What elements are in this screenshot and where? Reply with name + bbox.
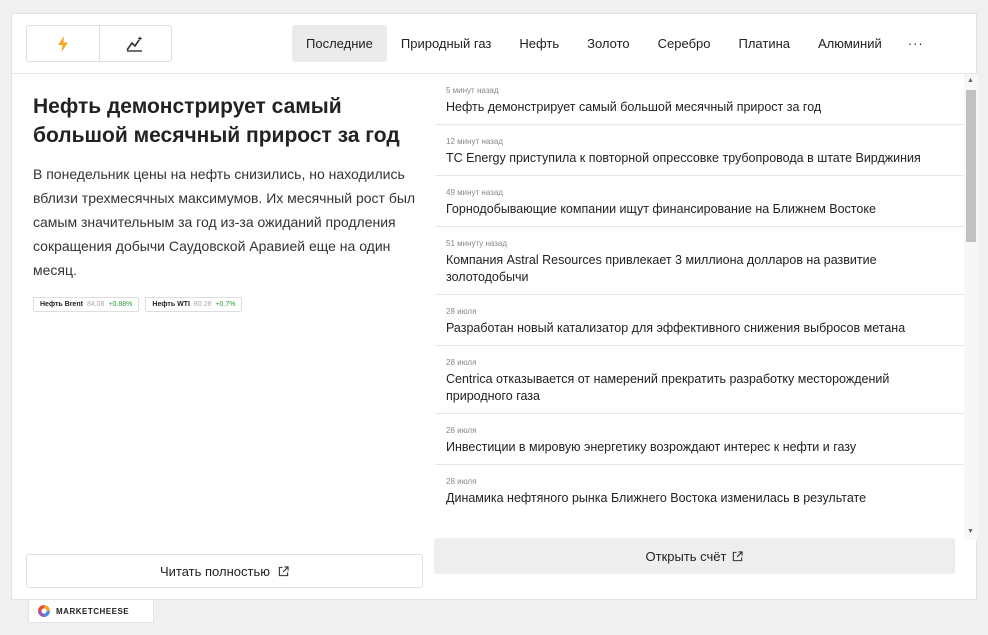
news-title: Centrica отказывается от намерений прекр… [446,372,890,403]
news-time: 5 минут назад [446,86,499,95]
brand-logo[interactable]: MARKETCHEESE [28,600,154,623]
view-toggle [26,25,172,62]
more-tabs-button[interactable]: ··· [896,25,936,62]
news-title: Горнодобывающие компании ищут финансиров… [446,202,876,216]
news-title: TC Energy приступила к повторной опрессо… [446,151,921,165]
tab-oil[interactable]: Нефть [505,25,573,62]
quote-chip-brent[interactable]: Нефть Brent 84.08 +0.88% [33,297,140,312]
quote-change: +0.7% [215,301,236,308]
chart-sparkle-icon [126,35,143,52]
open-account-button[interactable]: Открыть счёт [434,538,955,574]
news-title: Разработан новый катализатор для эффекти… [446,321,906,335]
external-link-icon [278,565,289,576]
analytics-mode-button[interactable] [98,26,172,61]
news-item[interactable]: 28 июля Разработан новый катализатор для… [435,295,964,346]
news-item[interactable]: 5 минут назад Нефть демонстрирует самый … [435,74,964,125]
scroll-down-icon[interactable]: ▼ [967,528,974,536]
quote-chip-wti[interactable]: Нефть WTI 80.28 +0.7% [145,297,243,312]
category-tabs: Последние Природный газ Нефть Золото Сер… [292,25,936,62]
news-item[interactable]: 12 минут назад TC Energy приступила к по… [435,125,964,176]
marketcheese-logo-icon [38,605,50,617]
top-bar: Последние Природный газ Нефть Золото Сер… [12,14,976,74]
tab-silver[interactable]: Серебро [644,25,725,62]
article-summary: В понедельник цены на нефть снизились, н… [33,166,416,278]
news-time: 28 июля [446,426,477,435]
news-title: Компания Astral Resources привлекает 3 м… [446,253,877,284]
news-item[interactable]: 28 июля Centrica отказывается от намерен… [435,346,964,414]
news-item[interactable]: 49 минут назад Горнодобывающие компании … [435,176,964,227]
news-time: 28 июля [446,307,477,316]
news-time: 49 минут назад [446,188,503,197]
scroll-up-icon[interactable]: ▲ [967,77,974,85]
read-more-label: Читать полностью [160,563,270,579]
tab-platinum[interactable]: Платина [725,25,805,62]
news-title: Динамика нефтяного рынка Ближнего Восток… [446,491,867,505]
quote-price: 80.28 [193,301,212,308]
news-scrollbar[interactable]: ▲ ▼ [964,74,978,540]
quote-name: Нефть WTI [152,301,190,308]
news-item[interactable]: 51 минуту назад Компания Astral Resource… [435,227,964,295]
scroll-thumb[interactable] [966,90,976,242]
news-item[interactable]: 28 июля Инвестиции в мировую энергетику … [435,414,964,465]
tab-natural-gas[interactable]: Природный газ [387,25,506,62]
latest-mode-button[interactable] [27,26,99,61]
read-more-button[interactable]: Читать полностью [26,554,423,588]
brand-name: MARKETCHEESE [56,606,130,616]
tab-aluminium[interactable]: Алюминий [804,25,896,62]
tab-gold[interactable]: Золото [573,25,644,62]
news-item[interactable]: 28 июля Динамика нефтяного рынка Ближнег… [435,465,964,515]
news-title: Нефть демонстрирует самый большой месячн… [446,100,822,114]
news-list: 5 минут назад Нефть демонстрирует самый … [435,74,964,540]
news-time: 28 июля [446,477,477,486]
quote-name: Нефть Brent [40,301,83,308]
news-widget: Последние Природный газ Нефть Золото Сер… [11,13,978,601]
news-time: 28 июля [446,358,477,367]
article-headline[interactable]: Нефть демонстрирует самый большой месячн… [33,92,413,150]
external-link-icon [733,550,744,561]
news-time: 51 минуту назад [446,239,508,248]
quote-price: 84.08 [86,301,105,308]
lightning-icon [57,35,68,52]
open-account-label: Открыть счёт [645,548,727,564]
news-time: 12 минут назад [446,137,503,146]
quote-change: +0.88% [108,301,133,308]
tab-latest[interactable]: Последние [292,25,387,62]
featured-article: Нефть демонстрирует самый большой месячн… [12,74,435,601]
news-title: Инвестиции в мировую энергетику возрожда… [446,440,857,454]
quote-chips: Нефть Brent 84.08 +0.88% Нефть WTI 80.28… [33,297,243,312]
